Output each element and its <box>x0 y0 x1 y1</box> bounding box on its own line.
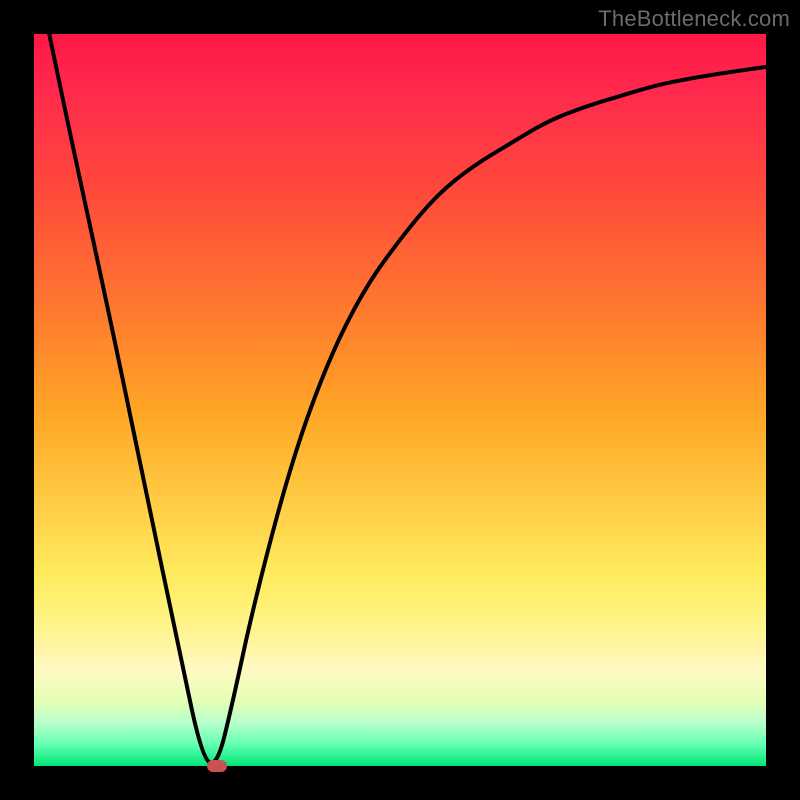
plot-area <box>34 34 766 766</box>
curve-path <box>34 0 766 763</box>
watermark-text: TheBottleneck.com <box>598 6 790 32</box>
chart-frame: TheBottleneck.com <box>0 0 800 800</box>
minimum-marker <box>207 760 227 772</box>
bottleneck-curve <box>34 34 766 766</box>
